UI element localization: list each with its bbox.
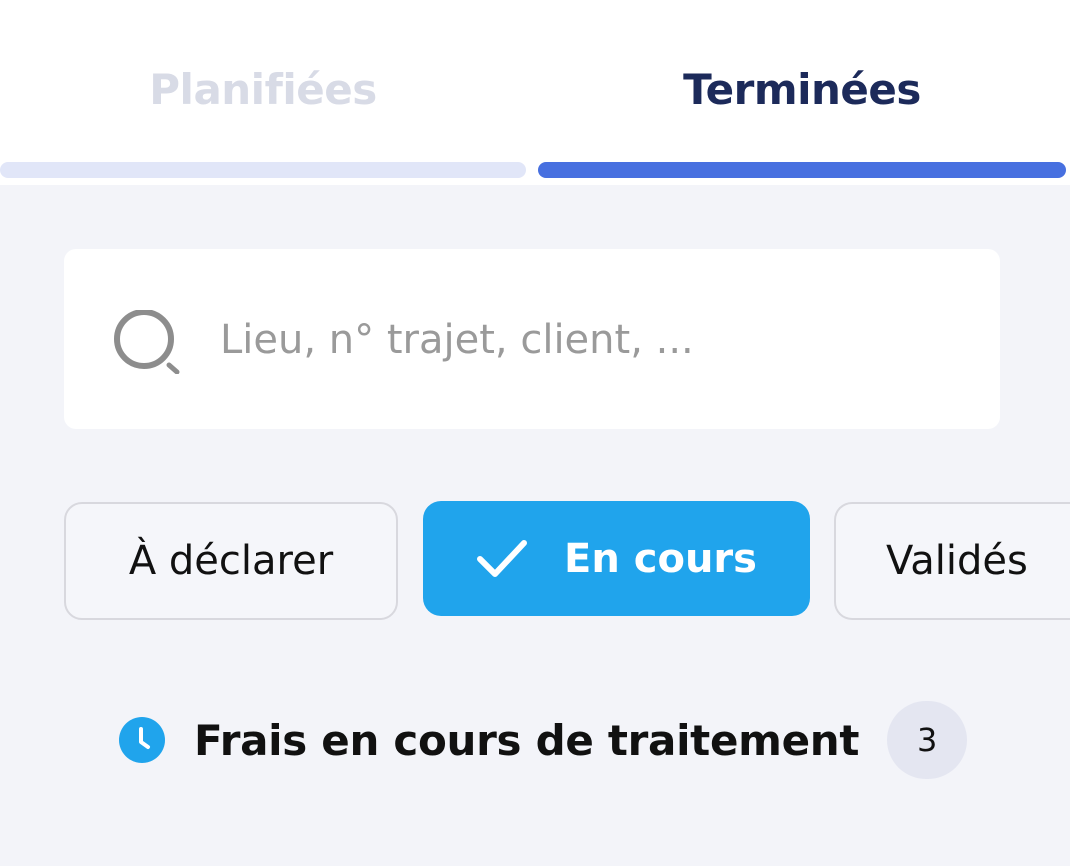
- tab-terminees-indicator: [538, 162, 1066, 178]
- search-icon: [114, 310, 180, 374]
- filter-a-declarer-label: À déclarer: [128, 538, 334, 584]
- tab-planifiees-indicator: [0, 162, 526, 178]
- tab-planifiees-label: Planifiées: [149, 65, 377, 114]
- status-label: Frais en cours de traitement: [194, 715, 860, 765]
- filter-en-cours-label: En cours: [564, 535, 757, 582]
- check-icon: [477, 539, 528, 577]
- search-input[interactable]: [220, 312, 960, 368]
- tab-header: Planifiées Terminées: [0, 0, 1070, 185]
- filter-valides-button[interactable]: Validés: [834, 502, 1070, 620]
- count-badge: 3: [887, 701, 968, 779]
- filter-a-declarer-button[interactable]: À déclarer: [64, 502, 398, 620]
- status-row: Frais en cours de traitement 3: [118, 700, 968, 780]
- filter-valides-label: Validés: [886, 538, 1028, 584]
- tab-terminees-label: Terminées: [683, 65, 921, 114]
- tab-terminees[interactable]: Terminées: [538, 0, 1066, 185]
- tab-planifiees[interactable]: Planifiées: [0, 0, 526, 185]
- filter-en-cours-button[interactable]: En cours: [423, 501, 810, 616]
- clock-icon: [119, 717, 165, 763]
